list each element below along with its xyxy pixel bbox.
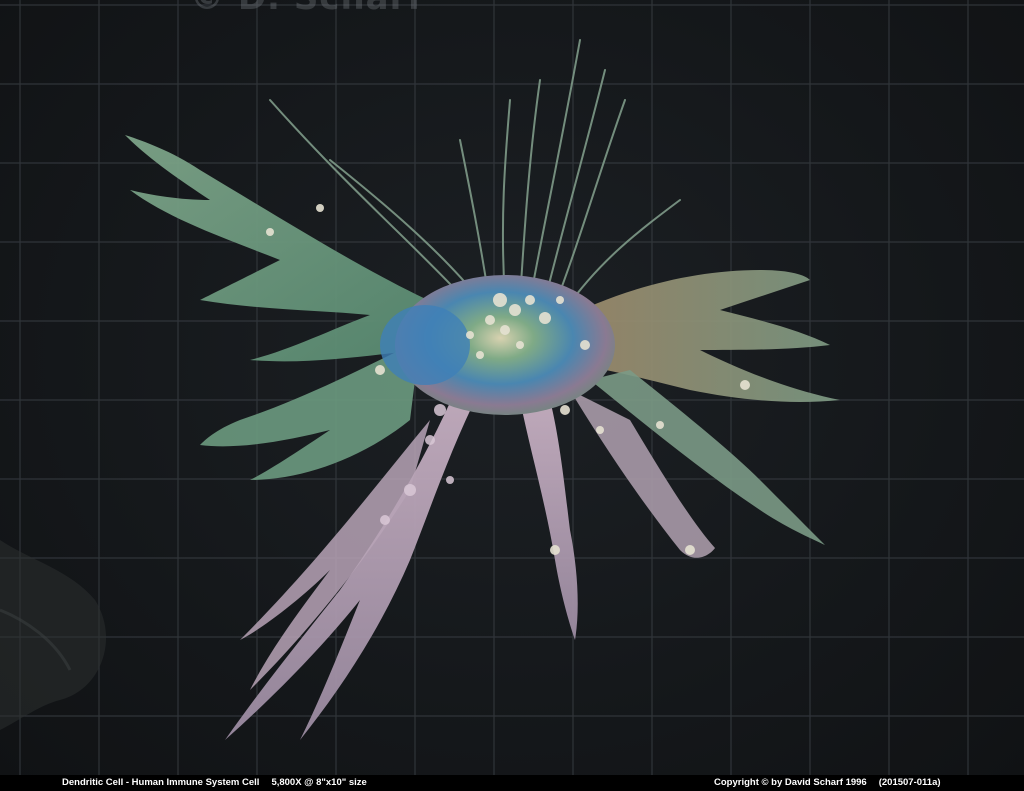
copyright-watermark: © D. Scharf [190,0,423,18]
caption-left: Dendritic Cell - Human Immune System Cel… [62,777,367,788]
caption-title: Dendritic Cell - Human Immune System Cel… [62,777,260,788]
caption-image-id: (201507-011a) [878,777,941,788]
caption-copyright: Copyright © by David Scharf 1996 [714,777,867,788]
micrograph-viewer: © D. Scharf Dendritic Cell - Human Immun… [0,0,1024,791]
caption-bar: Dendritic Cell - Human Immune System Cel… [0,775,1024,791]
caption-magnification: 5,800X @ 8"x10" size [271,777,367,788]
dendritic-cell-image [125,39,840,740]
caption-right: Copyright © by David Scharf 1996 (201507-… [714,777,941,788]
